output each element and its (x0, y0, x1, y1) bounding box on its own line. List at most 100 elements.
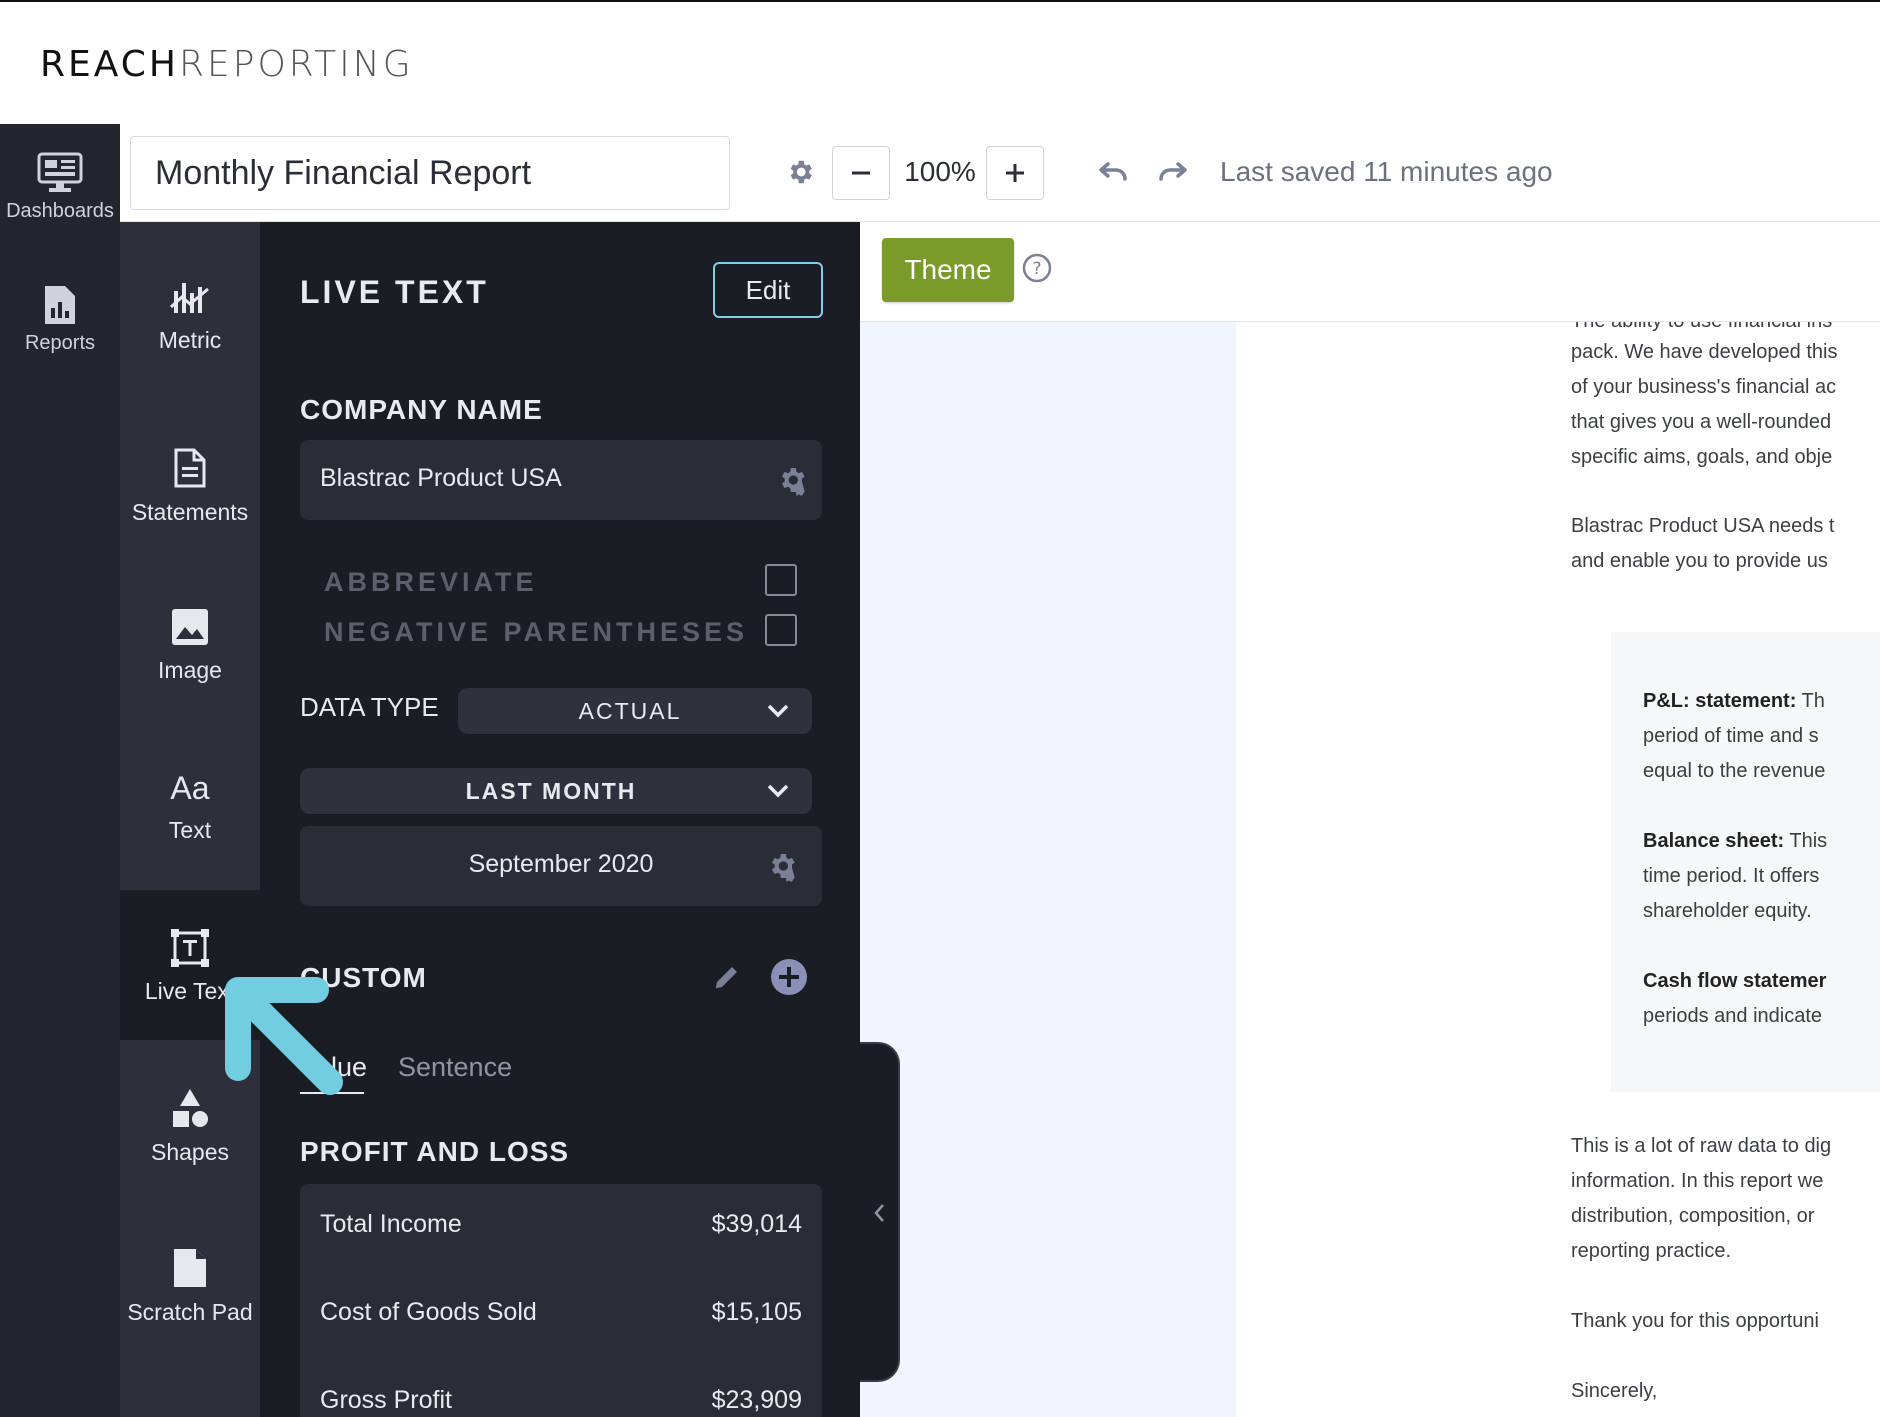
text-aa-icon: Aa (170, 770, 210, 806)
undo-icon (1099, 162, 1127, 181)
box-rest: time period. It offers (1643, 865, 1820, 887)
pl-label: Cost of Goods Sold (320, 1298, 537, 1326)
pl-value: $15,105 (711, 1298, 802, 1326)
company-gear-icon[interactable] (776, 464, 808, 496)
pl-label: Total Income (320, 1210, 462, 1238)
tool-text-label: Text (168, 817, 212, 843)
zoom-in-button[interactable] (986, 146, 1044, 200)
panel-title: LIVE TEXT (300, 274, 489, 310)
brand-bar: REACHREPORTING (0, 2, 1880, 122)
pencil-edit-icon[interactable] (712, 962, 742, 992)
doc-text-line: and enable you to provide us (1571, 550, 1828, 572)
company-name-heading: COMPANY NAME (300, 394, 543, 425)
tool-image-label: Image (158, 657, 222, 683)
reports-document-icon (45, 286, 75, 324)
svg-text:?: ? (1032, 259, 1041, 279)
zoom-level: 100% (904, 156, 976, 187)
doc-text-line: Thank you for this opportuni (1571, 1310, 1819, 1332)
metric-chart-icon (169, 283, 209, 313)
brand-part-reporting: REPORTING (178, 44, 414, 85)
help-icon[interactable]: ? (1022, 253, 1052, 283)
settings-gear-button[interactable] (782, 154, 818, 190)
date-gear-icon[interactable] (766, 850, 798, 882)
box-line: periods and indicate (1643, 1005, 1822, 1028)
tool-metric-label: Metric (158, 327, 222, 353)
plus-icon (1006, 164, 1024, 182)
element-tools-sidebar: Metric Statements Image Aa Text Live Tex… (120, 222, 260, 1417)
box-rest: equal to the revenue (1643, 760, 1826, 782)
tutorial-arrow-icon (225, 977, 343, 1095)
nav-reports[interactable]: Reports (0, 284, 120, 355)
nav-reports-label: Reports (24, 332, 96, 354)
tool-scratch-pad[interactable]: Scratch Pad (120, 1247, 260, 1326)
canvas-margin (860, 322, 1236, 1417)
profit-and-loss-heading: PROFIT AND LOSS (300, 1136, 570, 1167)
last-saved-status: Last saved 11 minutes ago (1220, 156, 1553, 187)
box-bold: Cash flow statemer (1643, 970, 1827, 992)
doc-text-line: reporting practice. (1571, 1240, 1732, 1262)
box-line: Balance sheet: This (1643, 830, 1827, 853)
report-page[interactable]: The ability to use financial ins pack. W… (1236, 322, 1880, 1417)
pl-label: Gross Profit (320, 1386, 452, 1414)
statement-document-icon (174, 448, 206, 488)
period-value: LAST MONTH (465, 777, 637, 804)
tool-statements[interactable]: Statements (120, 447, 260, 526)
date-value: September 2020 (468, 850, 654, 878)
add-custom-icon[interactable] (770, 958, 808, 996)
theme-button[interactable]: Theme (882, 238, 1014, 302)
company-name-value: Blastrac Product USA (320, 464, 562, 492)
doc-text-line: that gives you a well-rounded (1571, 411, 1832, 433)
tool-image[interactable]: Image (120, 607, 260, 684)
zoom-out-button[interactable] (832, 146, 890, 200)
box-rest: Th (1796, 690, 1825, 712)
doc-text-line: pack. We have developed this (1571, 341, 1838, 363)
doc-text-line: specific aims, goals, and obje (1571, 446, 1833, 468)
tool-scratch-pad-label: Scratch Pad (127, 1299, 253, 1325)
doc-text-line: Sincerely, (1571, 1380, 1658, 1402)
doc-text-line: This is a lot of raw data to dig (1571, 1135, 1832, 1157)
nav-dashboards[interactable]: Dashboards (0, 152, 120, 223)
shapes-icon (173, 1089, 208, 1127)
period-select[interactable]: LAST MONTH (300, 768, 812, 814)
report-toolbar: 100% Last saved 11 minutes ago (120, 124, 1880, 222)
doc-text-line: The ability to use financial ins (1571, 322, 1832, 333)
box-bold: P&L: statement: (1643, 690, 1797, 712)
tool-text[interactable]: Aa Text (120, 767, 260, 844)
tool-shapes-label: Shapes (150, 1139, 229, 1165)
doc-text-line: of your business's financial ac (1571, 376, 1837, 398)
minus-icon (852, 171, 870, 175)
box-line: shareholder equity. (1643, 900, 1812, 923)
abbreviate-checkbox[interactable] (765, 564, 797, 596)
data-type-value: ACTUAL (578, 697, 682, 724)
date-card[interactable]: September 2020 (300, 826, 822, 906)
doc-text-line: information. In this report we (1571, 1170, 1824, 1192)
data-type-select[interactable]: ACTUAL (458, 688, 812, 734)
company-name-card[interactable]: Blastrac Product USA (300, 440, 822, 520)
edit-button[interactable]: Edit (713, 262, 823, 318)
box-line: time period. It offers (1643, 865, 1819, 888)
negative-parentheses-checkbox[interactable] (765, 614, 797, 646)
box-line: period of time and s (1643, 725, 1819, 748)
redo-button[interactable] (1154, 154, 1190, 190)
chevron-down-icon (767, 704, 789, 718)
box-rest: period of time and s (1643, 725, 1819, 747)
undo-button[interactable] (1096, 154, 1132, 190)
doc-text-line: distribution, composition, or (1571, 1205, 1815, 1227)
panel-collapse-handle[interactable] (860, 1042, 900, 1382)
tool-metric[interactable]: Metric (120, 277, 260, 354)
report-title-input[interactable] (130, 136, 730, 210)
tab-sentence[interactable]: Sentence (398, 1052, 512, 1083)
box-line: P&L: statement: Th (1643, 690, 1825, 713)
chevron-left-icon (874, 1204, 884, 1222)
doc-text-line: Blastrac Product USA needs t (1571, 515, 1835, 537)
brand-part-reach: REACH (40, 44, 179, 85)
nav-dashboards-label: Dashboards (6, 200, 114, 222)
brand-logo[interactable]: REACHREPORTING (40, 44, 414, 85)
abbreviate-label: ABBREVIATE (324, 567, 538, 597)
image-icon (172, 609, 208, 645)
box-rest: shareholder equity. (1643, 900, 1812, 922)
redo-icon (1159, 162, 1187, 181)
box-rest: This (1784, 830, 1828, 852)
data-type-label: DATA TYPE (300, 692, 439, 722)
negative-parentheses-label: NEGATIVE PARENTHESES (324, 617, 749, 647)
